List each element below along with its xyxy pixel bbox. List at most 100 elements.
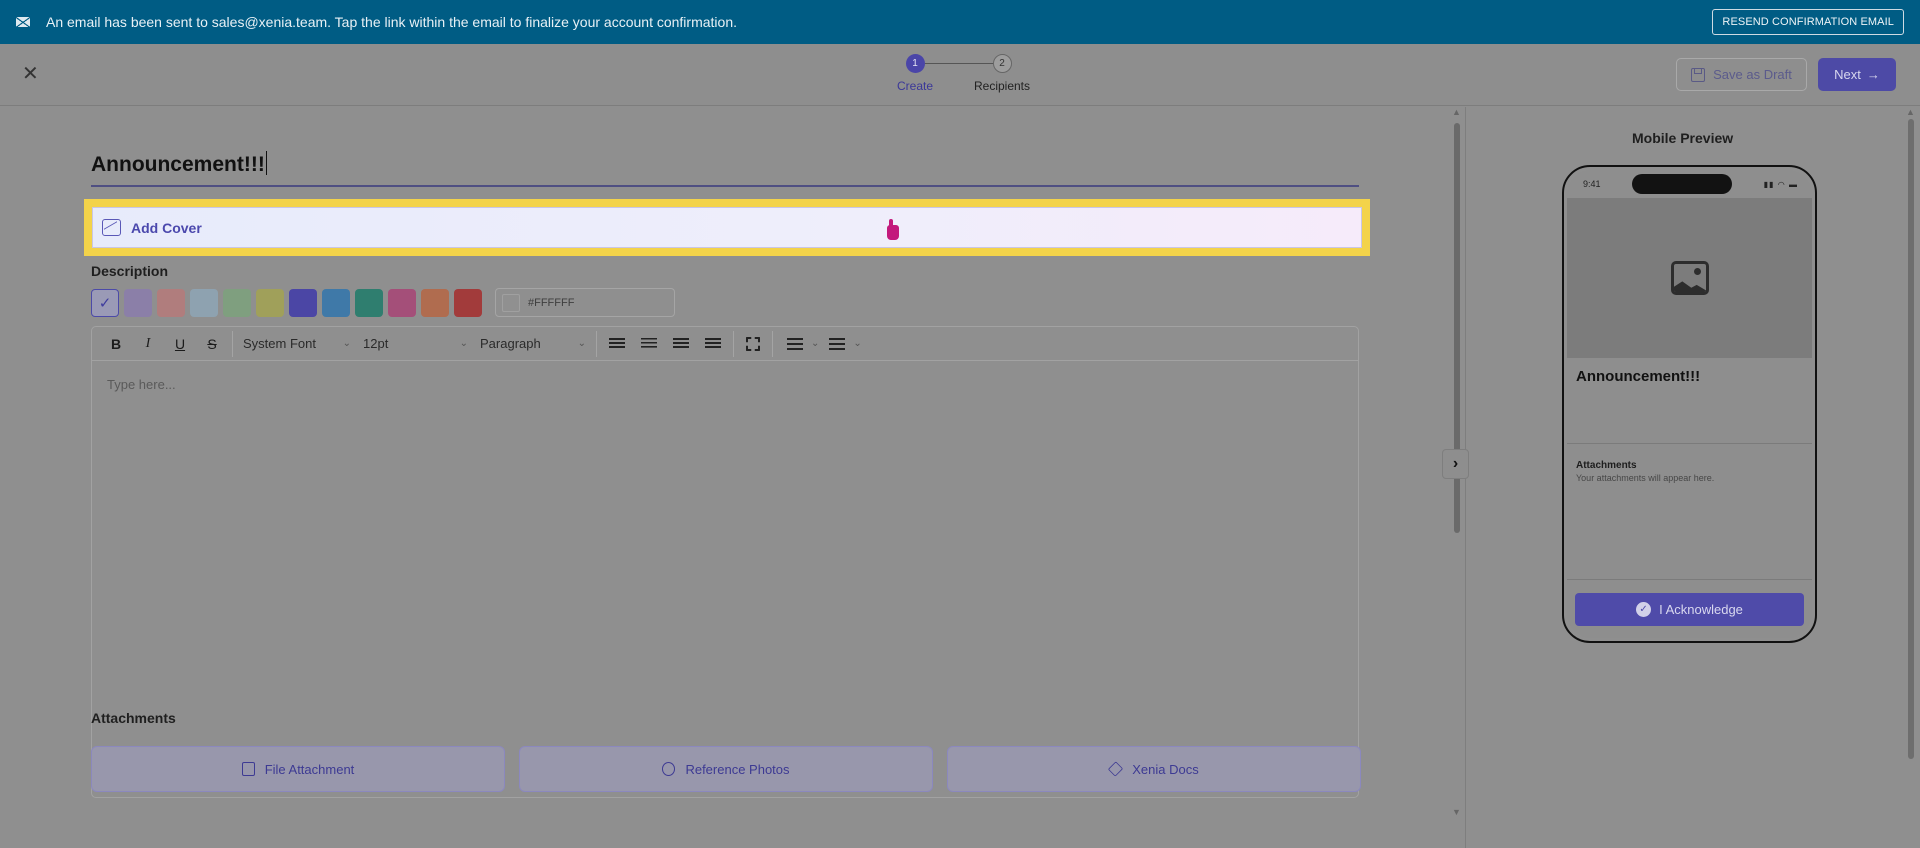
color-swatch[interactable]	[289, 289, 317, 317]
color-swatch[interactable]	[190, 289, 218, 317]
chevron-down-icon[interactable]: ⌄	[811, 338, 819, 349]
fullscreen-icon[interactable]	[746, 336, 760, 351]
banner-message: An email has been sent to sales@xenia.te…	[46, 14, 737, 30]
file-attachment-button[interactable]: File Attachment	[91, 746, 505, 792]
layers-icon	[1108, 761, 1124, 777]
underline-button[interactable]: U	[164, 336, 196, 352]
align-left-icon[interactable]	[609, 337, 625, 350]
color-swatch-selected[interactable]: ✓	[91, 289, 119, 317]
collapse-preview-button[interactable]: ›	[1442, 449, 1469, 479]
acknowledge-label: I Acknowledge	[1659, 602, 1743, 617]
title-input[interactable]: Announcement!!!	[91, 151, 267, 177]
block-format-select[interactable]: Paragraph ⌄	[474, 336, 592, 351]
bullet-list-icon[interactable]	[829, 337, 846, 350]
color-swatch[interactable]	[157, 289, 185, 317]
save-as-draft-button[interactable]: Save as Draft	[1676, 58, 1807, 91]
color-swatches: ✓	[91, 289, 482, 317]
top-header: ✕ 1 Create 2 Recipients Save as Draft Ne…	[0, 44, 1920, 106]
check-icon: ✓	[98, 295, 112, 312]
add-cover-highlight: Add Cover	[84, 199, 1370, 256]
file-icon	[241, 762, 255, 776]
preview-attachments: Attachments Your attachments will appear…	[1567, 444, 1812, 483]
font-size-select[interactable]: 12pt ⌄	[357, 336, 474, 351]
color-swatch[interactable]	[388, 289, 416, 317]
save-as-draft-label: Save as Draft	[1713, 67, 1792, 82]
step-recipients[interactable]: 2 Recipients	[962, 54, 1042, 93]
next-button[interactable]: Next →	[1818, 58, 1896, 91]
color-swatch[interactable]	[223, 289, 251, 317]
chevron-down-icon: ⌄	[459, 338, 468, 349]
image-icon	[102, 219, 121, 236]
color-swatch[interactable]	[124, 289, 152, 317]
acknowledge-button: ✓ I Acknowledge	[1575, 593, 1804, 626]
font-size-value: 12pt	[363, 336, 389, 351]
editor-placeholder: Type here...	[107, 377, 176, 392]
chevron-down-icon: ⌄	[342, 338, 351, 349]
editor-toolbar: B I U S System Font ⌄ 12pt ⌄ Paragraph ⌄ ⌄ …	[92, 327, 1358, 361]
title-value: Announcement!!!	[91, 153, 265, 176]
editor-panel: Announcement!!! Add Cover Description ✓ …	[0, 107, 1460, 848]
color-swatch[interactable]	[454, 289, 482, 317]
dynamic-island	[1632, 174, 1733, 194]
align-right-icon[interactable]	[673, 337, 689, 350]
hand-cursor-icon	[887, 219, 899, 240]
add-cover-button[interactable]: Add Cover	[92, 207, 1362, 248]
resend-confirmation-button[interactable]: RESEND CONFIRMATION EMAIL	[1712, 9, 1904, 35]
strikethrough-button[interactable]: S	[196, 336, 228, 352]
next-label: Next	[1834, 67, 1861, 82]
file-attachment-label: File Attachment	[264, 761, 355, 777]
close-icon[interactable]: ✕	[22, 64, 39, 84]
mail-icon	[16, 17, 30, 27]
toolbar-divider	[733, 330, 734, 357]
font-family-select[interactable]: System Font ⌄	[237, 336, 357, 351]
numbered-list-icon[interactable]	[787, 337, 803, 350]
scroll-up-icon[interactable]: ▲	[1906, 107, 1915, 117]
rich-text-editor[interactable]: B I U S System Font ⌄ 12pt ⌄ Paragraph ⌄ ⌄ …	[91, 326, 1359, 798]
image-placeholder-icon	[1670, 261, 1709, 295]
preview-announcement-title: Announcement!!!	[1567, 358, 1812, 444]
phone-screen: 9:41 ▮▮ ◠ ▬ Announcement!!! Attachments …	[1567, 170, 1812, 638]
scroll-up-icon[interactable]: ▲	[1452, 107, 1461, 117]
arrow-right-icon: →	[1866, 67, 1880, 82]
text-caret	[265, 151, 267, 175]
align-justify-icon[interactable]	[705, 337, 721, 350]
color-swatch[interactable]	[322, 289, 350, 317]
color-swatch[interactable]	[355, 289, 383, 317]
phone-frame: 9:41 ▮▮ ◠ ▬ Announcement!!! Attachments …	[1562, 165, 1817, 643]
phone-time: 9:41	[1583, 179, 1601, 189]
signal-battery-icon: ▮▮ ◠ ▬	[1763, 179, 1798, 189]
toolbar-divider	[596, 330, 597, 357]
description-label: Description	[91, 263, 169, 279]
preview-attachments-hint: Your attachments will appear here.	[1576, 473, 1715, 483]
preview-attachments-heading: Attachments	[1576, 460, 1637, 471]
scrollbar-thumb[interactable]	[1908, 119, 1914, 759]
chevron-down-icon[interactable]: ⌄	[853, 338, 861, 349]
mobile-preview-title: Mobile Preview	[1632, 130, 1734, 146]
step-create[interactable]: 1 Create	[890, 54, 940, 93]
check-circle-icon: ✓	[1636, 602, 1652, 617]
align-center-icon[interactable]	[641, 337, 657, 348]
color-swatch[interactable]	[256, 289, 284, 317]
email-confirmation-banner: An email has been sent to sales@xenia.te…	[0, 0, 1920, 44]
save-icon	[1691, 67, 1706, 82]
color-swatch[interactable]	[421, 289, 449, 317]
scroll-down-icon[interactable]: ▼	[1452, 807, 1461, 817]
reference-photos-label: Reference Photos	[685, 761, 790, 777]
cover-placeholder	[1567, 198, 1812, 358]
bold-button[interactable]: B	[100, 336, 132, 352]
hex-color-input[interactable]: #FFFFFF	[495, 288, 675, 317]
step-label: Create	[896, 79, 934, 93]
step-label: Recipients	[973, 79, 1031, 93]
preview-divider	[1567, 579, 1812, 580]
photo-icon	[662, 762, 676, 776]
phone-status-bar: 9:41 ▮▮ ◠ ▬	[1567, 170, 1812, 198]
reference-photos-button[interactable]: Reference Photos	[519, 746, 933, 792]
italic-button[interactable]: I	[132, 336, 164, 352]
stepper: 1 Create 2 Recipients	[880, 54, 1040, 98]
preview-scrollbar[interactable]: ▲	[1906, 107, 1916, 848]
step-number: 1	[905, 54, 925, 73]
font-family-value: System Font	[243, 336, 316, 351]
xenia-docs-button[interactable]: Xenia Docs	[947, 746, 1361, 792]
block-format-value: Paragraph	[480, 336, 541, 351]
chevron-down-icon: ⌄	[577, 338, 586, 349]
